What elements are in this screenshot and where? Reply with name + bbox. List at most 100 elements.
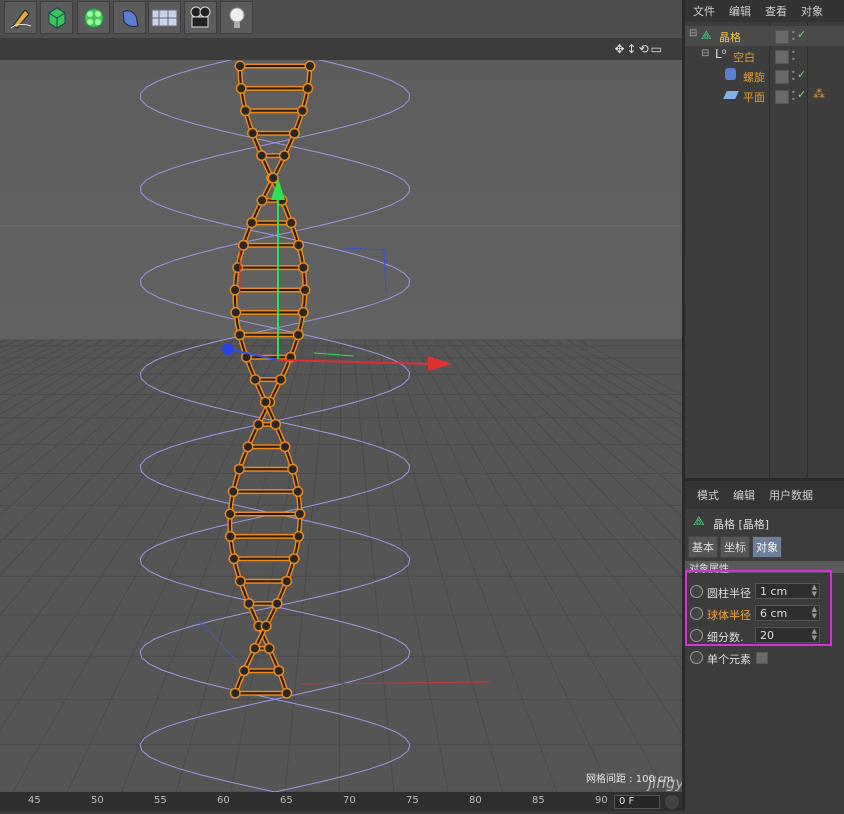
lattice-node — [288, 465, 297, 474]
om-object-name[interactable]: 晶格 — [719, 29, 741, 45]
lattice-node — [254, 420, 263, 429]
lattice-node — [306, 62, 314, 70]
lattice-node — [236, 62, 244, 70]
param-label: 单个元素 — [707, 653, 751, 666]
lattice-node — [294, 241, 303, 250]
pen-tool-icon[interactable] — [4, 1, 37, 34]
om-menu-item[interactable]: 文件 — [693, 3, 715, 19]
am-menu-item[interactable]: 用户数据 — [769, 487, 813, 503]
om-row-plane[interactable]: 平面 • • ✓ ⁂ — [685, 86, 844, 106]
tab-basic[interactable]: 基本 — [688, 536, 718, 558]
camera-icon[interactable] — [184, 1, 217, 34]
om-object-name[interactable]: 空白 — [733, 49, 755, 65]
lattice-node — [261, 398, 270, 406]
lattice-node — [294, 532, 303, 541]
lattice-node — [248, 129, 257, 138]
lattice-node — [226, 510, 235, 518]
lattice-node — [229, 487, 238, 496]
lattice-node — [276, 375, 285, 384]
am-tabs: 基本 坐标 对象 — [688, 536, 782, 558]
om-menu-item[interactable]: 对象 — [801, 3, 823, 19]
viewport-sky — [0, 60, 682, 340]
visibility-flag[interactable] — [775, 90, 789, 104]
viewport-nav-icons[interactable]: ✥↕⟲▭ — [614, 42, 664, 56]
lattice-node — [282, 577, 291, 586]
visibility-flag[interactable] — [775, 50, 789, 64]
lattice-node — [250, 644, 259, 653]
tag-icon[interactable]: ⁂ — [813, 87, 825, 101]
lattice-node — [258, 196, 267, 205]
lattice-node — [231, 286, 240, 294]
timeline[interactable]: 45 50 55 60 65 70 75 80 85 90 — [0, 792, 682, 811]
floor-icon[interactable] — [148, 1, 181, 34]
lattice-node — [235, 330, 244, 339]
am-menu-bar: 模式 编辑 用户数据 — [685, 481, 844, 509]
plane-icon — [723, 91, 739, 99]
lattice-node — [251, 375, 260, 384]
timeline-tick-label: 50 — [91, 795, 104, 806]
om-object-name[interactable]: 螺旋 — [743, 69, 765, 85]
lattice-node — [236, 577, 245, 586]
attribute-manager: 模式 编辑 用户数据 ⟁ 晶格 [晶格] 基本 坐标 对象 对象属性 圆柱半径 … — [685, 478, 844, 814]
lattice-node — [290, 129, 299, 138]
collapse-icon[interactable]: ⊟ — [689, 28, 697, 39]
render-dots[interactable]: • • — [791, 89, 796, 104]
lattice-node — [295, 510, 304, 518]
single-element-checkbox[interactable] — [756, 652, 768, 664]
lattice-node — [231, 308, 240, 317]
visibility-flag[interactable] — [775, 70, 789, 84]
timeline-tick-label: 85 — [532, 795, 545, 806]
enabled-check-icon[interactable]: ✓ — [797, 68, 806, 81]
light-icon[interactable] — [220, 1, 253, 34]
lattice-node — [257, 151, 266, 160]
am-menu-item[interactable]: 模式 — [697, 487, 719, 503]
frame-spinner-icon[interactable] — [665, 795, 679, 809]
object-manager: 文件 编辑 查看 对象 ⊟ ⟁ 晶格 • • ✓ ⊟ L⁰ 空白 • • 螺旋 • •… — [685, 0, 844, 478]
tab-coord[interactable]: 坐标 — [720, 536, 750, 558]
enabled-check-icon[interactable]: ✓ — [797, 28, 806, 41]
timeline-tick-label: 70 — [343, 795, 356, 806]
om-object-name[interactable]: 平面 — [743, 89, 765, 105]
tab-object[interactable]: 对象 — [752, 536, 782, 558]
render-dots[interactable]: • • — [791, 29, 796, 44]
gizmo-z-handle[interactable] — [222, 343, 234, 355]
visibility-flag[interactable] — [775, 30, 789, 44]
lattice-node — [281, 442, 290, 451]
lattice-node — [265, 644, 274, 653]
om-menu-item[interactable]: 查看 — [765, 3, 787, 19]
lattice-node — [303, 84, 312, 93]
lattice-node — [229, 554, 238, 563]
collapse-icon[interactable]: ⊟ — [701, 48, 709, 59]
om-menu-item[interactable]: 编辑 — [729, 3, 751, 19]
animate-radio[interactable] — [690, 651, 703, 664]
current-frame-field[interactable]: 0 F — [614, 795, 660, 809]
lattice-icon: ⟁ — [693, 514, 705, 529]
am-menu-item[interactable]: 编辑 — [733, 487, 755, 503]
3d-viewport[interactable]: 网格间距 : 100 cm jingy — [0, 60, 682, 792]
lattice-node — [241, 106, 250, 115]
render-dots[interactable]: • • — [791, 69, 796, 84]
enabled-check-icon[interactable]: ✓ — [797, 88, 806, 101]
timeline-tick-label: 60 — [217, 795, 230, 806]
render-dots[interactable]: • • — [791, 49, 796, 64]
subdivision-icon[interactable] — [77, 1, 110, 34]
timeline-tick-label: 90 — [595, 795, 608, 806]
om-row-helix[interactable]: 螺旋 • • ✓ — [685, 66, 844, 86]
lattice-node — [226, 532, 235, 541]
lattice-node — [299, 308, 308, 317]
param-single-element: 单个元素 — [689, 648, 839, 668]
cube-primitive-icon[interactable] — [40, 1, 73, 34]
deformer-icon[interactable] — [113, 1, 146, 34]
om-row-null[interactable]: ⊟ L⁰ 空白 • • — [685, 46, 844, 66]
lattice-node — [271, 420, 280, 429]
am-object-title: 晶格 [晶格] — [713, 518, 770, 531]
timeline-tick-label: 75 — [406, 795, 419, 806]
lattice-node — [298, 106, 307, 115]
om-menu-bar: 文件 编辑 查看 对象 — [685, 0, 844, 22]
om-row-lattice[interactable]: ⊟ ⟁ 晶格 • • ✓ — [685, 26, 844, 46]
current-frame-value: 0 F — [619, 796, 635, 807]
lattice-node — [282, 689, 291, 698]
lattice-node — [237, 84, 246, 93]
watermark: jingy — [648, 774, 682, 792]
viewport-header: ✥↕⟲▭ — [0, 38, 682, 60]
